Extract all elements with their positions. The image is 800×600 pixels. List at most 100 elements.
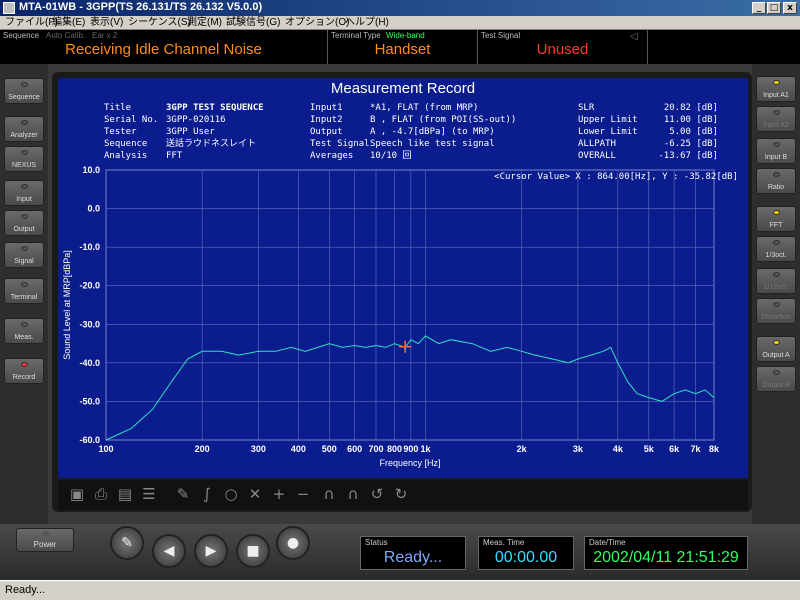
button-label: FFT xyxy=(769,222,783,229)
sound-button[interactable]: ◀ xyxy=(152,534,186,568)
x-tick-label: 3k xyxy=(573,444,584,454)
spectrum-trace xyxy=(105,335,715,441)
button-label: 1/12oct. xyxy=(763,284,789,291)
pen-icon[interactable]: ✎ xyxy=(174,485,192,503)
y-tick-label: 10.0 xyxy=(82,165,100,175)
terminal-button[interactable]: Terminal xyxy=(4,278,44,304)
input1-label: Input1 xyxy=(310,103,343,113)
led xyxy=(21,184,28,189)
status-value: Ready... xyxy=(383,549,443,566)
left-panel: Sequence Analyzer NEXUS Input Output Sig… xyxy=(0,64,48,524)
circle-icon[interactable]: ○ xyxy=(222,485,240,503)
led xyxy=(21,322,28,327)
menu-help[interactable]: ヘルプ(H) xyxy=(345,16,389,30)
menu-measure[interactable]: 測定(M) xyxy=(187,16,222,30)
test-signal-value: Unused xyxy=(536,41,589,58)
print-icon[interactable]: ⎙ xyxy=(92,485,110,503)
cross-icon[interactable]: ✕ xyxy=(246,485,264,503)
menu-edit[interactable]: 編集(E) xyxy=(52,16,85,30)
upper-limit-label: Upper Limit xyxy=(578,115,638,125)
graph-icon[interactable]: ▤ xyxy=(116,485,134,503)
serial-value: 3GPP-020116 xyxy=(166,115,226,125)
minimize-button[interactable]: _ xyxy=(752,2,766,14)
distortion-button[interactable]: Distortion xyxy=(756,298,796,324)
spectrum-chart[interactable]: 10.0 0.0 -10.0 -20.0 -30.0 -40.0 -50.0 -60.0 10… xyxy=(58,160,748,480)
record-values-col1: 3GPP TEST SEQUENCE 3GPP-020116 3GPP User… xyxy=(166,102,264,162)
sequence-value: 送話ラウドネスレイト xyxy=(166,139,257,149)
maximize-button[interactable]: □ xyxy=(767,2,781,14)
play-button[interactable]: ▶ xyxy=(194,534,228,568)
button-label: Sequence xyxy=(8,94,40,101)
input-button[interactable]: Input xyxy=(4,180,44,206)
output-b-button[interactable]: Output B xyxy=(756,366,796,392)
menu-test-signal[interactable]: 試験信号(G) xyxy=(226,16,280,30)
menu-options[interactable]: オプション(O) xyxy=(285,16,349,30)
right-panel: Input A1 Input A2 Input B Ratio FFT 1/3o… xyxy=(752,64,800,524)
curve-icon[interactable]: ∫ xyxy=(198,485,216,503)
chart-grid xyxy=(105,169,715,441)
led xyxy=(773,302,780,307)
analyzer-button[interactable]: Analyzer xyxy=(4,116,44,142)
stop-button[interactable]: ■ xyxy=(236,534,270,568)
ratio-button[interactable]: Ratio xyxy=(756,168,796,194)
terminal-label: Terminal Type xyxy=(331,31,381,40)
led xyxy=(21,120,28,125)
record-labels-col3: SLR Upper Limit Lower Limit ALLPATH OVER… xyxy=(578,102,638,162)
menu-file[interactable]: ファイル(F) xyxy=(5,16,58,30)
test-signal-label: Test Signal xyxy=(310,139,370,149)
menu-bar: ファイル(F) 編集(E) 表示(V) シーケンス(S) 測定(M) 試験信号(… xyxy=(0,16,800,30)
x-tick-label: 5k xyxy=(644,444,655,454)
zoom-in-icon[interactable]: + xyxy=(270,485,288,503)
rotate-right-icon[interactable]: ↻ xyxy=(392,485,410,503)
input-b-button[interactable]: Input B xyxy=(756,138,796,164)
meas-button[interactable]: Meas. xyxy=(4,318,44,344)
lower-limit-label: Lower Limit xyxy=(578,127,638,137)
datetime-label: Date/Time xyxy=(589,538,626,547)
save-icon[interactable]: ▣ xyxy=(68,485,86,503)
nexus-button[interactable]: NEXUS xyxy=(4,146,44,172)
close-button[interactable]: x xyxy=(783,2,797,14)
menu-view[interactable]: 表示(V) xyxy=(90,16,123,30)
rotate-left-icon[interactable]: ↺ xyxy=(368,485,386,503)
sequence-panel: Sequence Auto Calib. Ear x 2 Receiving I… xyxy=(0,30,328,64)
y-tick-label: -10.0 xyxy=(79,242,100,252)
meas-time-value: 00:00.00 xyxy=(494,549,558,566)
button-label: Output xyxy=(13,226,35,233)
sequence-button[interactable]: Sequence xyxy=(4,78,44,104)
arc-right-icon[interactable]: ∩ xyxy=(344,485,362,503)
y-tick-label: -30.0 xyxy=(79,319,100,329)
led xyxy=(773,340,780,345)
output-a-button[interactable]: Output A xyxy=(756,336,796,362)
list-icon[interactable]: ☰ xyxy=(140,485,158,503)
button-label: Signal xyxy=(14,258,34,265)
record-round-button[interactable]: ● xyxy=(276,526,310,560)
zoom-out-icon[interactable]: − xyxy=(294,485,312,503)
twelfth-octave-button[interactable]: 1/12oct. xyxy=(756,268,796,294)
led xyxy=(21,150,28,155)
output-value: A , -4.7[dBPa] (to MRP) xyxy=(370,127,495,137)
edit-pen-button[interactable]: ✎ xyxy=(110,526,144,560)
menu-sequence[interactable]: シーケンス(S) xyxy=(128,16,191,30)
output-button[interactable]: Output xyxy=(4,210,44,236)
button-label: Input A2 xyxy=(763,122,789,129)
os-status-text: Ready... xyxy=(5,584,46,596)
third-octave-button[interactable]: 1/3oct. xyxy=(756,236,796,262)
input-a1-button[interactable]: Input A1 xyxy=(756,76,796,102)
x-tick-label: 700 xyxy=(368,444,383,454)
terminal-band: Wide-band xyxy=(386,31,425,40)
arc-left-icon[interactable]: ∩ xyxy=(320,485,338,503)
button-label: NEXUS xyxy=(11,162,37,169)
power-button[interactable]: Power xyxy=(16,528,74,552)
signal-button[interactable]: Signal xyxy=(4,242,44,268)
input-a2-button[interactable]: Input A2 xyxy=(756,106,796,132)
power-led xyxy=(42,531,50,536)
title-bar: MTA-01WB - 3GPP(TS 26.131/TS 26.132 V5.0… xyxy=(0,0,800,16)
fft-button[interactable]: FFT xyxy=(756,206,796,232)
x-tick-label: 500 xyxy=(322,444,337,454)
record-values-col2: *A1, FLAT (from MRP) B , FLAT (from POI(… xyxy=(370,102,516,162)
x-tick-labels: 100 200 300 400 500 600 700 800 900 1k 2k 3k 4k 5k 6k 7… xyxy=(98,444,720,454)
record-button[interactable]: Record xyxy=(4,358,44,384)
slr-label: SLR xyxy=(578,103,595,113)
allpath-label: ALLPATH xyxy=(578,139,616,149)
output-label: Output xyxy=(310,127,343,137)
